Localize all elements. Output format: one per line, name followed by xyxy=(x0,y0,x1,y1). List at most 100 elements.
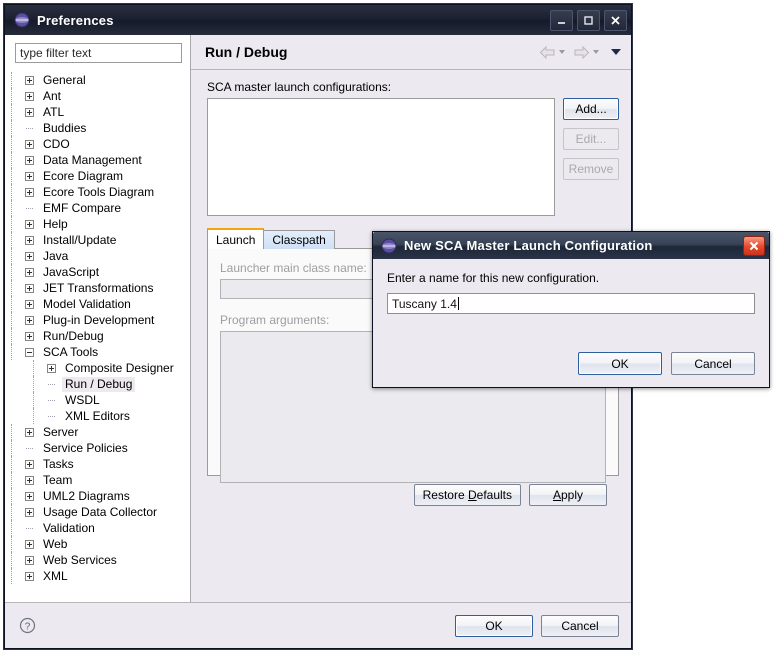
add-button[interactable]: Add... xyxy=(563,98,619,120)
close-icon[interactable] xyxy=(604,9,627,31)
expand-plus-icon[interactable] xyxy=(25,555,34,565)
tree-item-java[interactable]: Java xyxy=(5,248,190,264)
view-menu-icon[interactable] xyxy=(611,49,621,55)
tree-guide-line xyxy=(11,504,13,520)
expand-plus-icon[interactable] xyxy=(25,235,34,245)
back-arrow-icon[interactable] xyxy=(539,45,556,60)
tree-item-data-management[interactable]: Data Management xyxy=(5,152,190,168)
tree-item-xml[interactable]: XML xyxy=(5,568,190,584)
preferences-tree[interactable]: General Ant ATL Buddies CDO Data Management Ec… xyxy=(5,70,190,602)
expand-plus-icon[interactable] xyxy=(25,91,34,101)
expand-plus-icon[interactable] xyxy=(25,75,34,85)
back-dropdown-caret-icon[interactable] xyxy=(559,50,565,54)
close-icon[interactable] xyxy=(743,235,765,256)
tree-item-jet-transformations[interactable]: JET Transformations xyxy=(5,280,190,296)
expand-plus-icon[interactable] xyxy=(25,571,34,581)
tree-item-ant[interactable]: Ant xyxy=(5,88,190,104)
expand-plus-icon[interactable] xyxy=(25,491,34,501)
tree-leaf-icon xyxy=(25,444,34,453)
tree-guide-line xyxy=(11,296,13,312)
expand-plus-icon[interactable] xyxy=(25,315,34,325)
expand-plus-icon[interactable] xyxy=(25,539,34,549)
forward-dropdown-caret-icon[interactable] xyxy=(593,50,599,54)
filter-input[interactable] xyxy=(15,43,182,63)
expand-plus-icon[interactable] xyxy=(25,459,34,469)
tree-item-run-debug[interactable]: Run/Debug xyxy=(5,328,190,344)
collapse-minus-icon[interactable] xyxy=(25,347,34,357)
preferences-titlebar: Preferences xyxy=(5,5,631,35)
cancel-button[interactable]: Cancel xyxy=(541,614,619,637)
tree-item-uml2-diagrams[interactable]: UML2 Diagrams xyxy=(5,488,190,504)
page-title: Run / Debug xyxy=(205,44,288,60)
ok-button[interactable]: OK xyxy=(455,614,533,637)
tree-item-install-update[interactable]: Install/Update xyxy=(5,232,190,248)
dialog-ok-button[interactable]: OK xyxy=(578,352,662,375)
tree-item-model-validation[interactable]: Model Validation xyxy=(5,296,190,312)
expand-plus-icon[interactable] xyxy=(25,283,34,293)
tree-item-service-policies[interactable]: Service Policies xyxy=(5,440,190,456)
expand-plus-icon[interactable] xyxy=(25,299,34,309)
tree-guide-line xyxy=(11,328,13,344)
filter-container xyxy=(5,43,190,70)
expand-plus-icon[interactable] xyxy=(25,219,34,229)
list-action-buttons: Add... Edit... Remove xyxy=(563,98,619,180)
launch-configurations-list[interactable] xyxy=(207,98,555,216)
tree-item-team[interactable]: Team xyxy=(5,472,190,488)
tree-item-atl[interactable]: ATL xyxy=(5,104,190,120)
tree-item-ecore-tools-diagram[interactable]: Ecore Tools Diagram xyxy=(5,184,190,200)
tree-item-plug-in-development[interactable]: Plug-in Development xyxy=(5,312,190,328)
tab-launch[interactable]: Launch xyxy=(207,228,265,249)
expand-plus-icon[interactable] xyxy=(25,251,34,261)
tree-guide-line xyxy=(11,536,13,552)
expand-plus-icon[interactable] xyxy=(25,475,34,485)
tree-item-usage-data-collector[interactable]: Usage Data Collector xyxy=(5,504,190,520)
tree-item-general[interactable]: General xyxy=(5,72,190,88)
expand-plus-icon[interactable] xyxy=(25,107,34,117)
tree-item-label: General xyxy=(43,72,86,87)
page-header: Run / Debug xyxy=(191,35,631,70)
tree-item-sca-tools[interactable]: SCA Tools xyxy=(5,344,190,360)
tree-guide-line xyxy=(11,424,13,440)
tree-item-buddies[interactable]: Buddies xyxy=(5,120,190,136)
tree-item-help[interactable]: Help xyxy=(5,216,190,232)
dialog-cancel-button[interactable]: Cancel xyxy=(671,352,755,375)
tree-item-server[interactable]: Server xyxy=(5,424,190,440)
eclipse-globe-icon xyxy=(381,238,397,254)
tree-item-xml-editors[interactable]: XML Editors xyxy=(5,408,190,424)
tab-classpath[interactable]: Classpath xyxy=(263,230,335,249)
tree-item-web-services[interactable]: Web Services xyxy=(5,552,190,568)
configuration-name-input[interactable]: Tuscany 1.4 xyxy=(387,293,755,314)
expand-plus-icon[interactable] xyxy=(25,331,34,341)
tree-item-validation[interactable]: Validation xyxy=(5,520,190,536)
tree-item-wsdl[interactable]: WSDL xyxy=(5,392,190,408)
expand-plus-icon[interactable] xyxy=(25,171,34,181)
forward-arrow-icon[interactable] xyxy=(573,45,590,60)
tree-item-cdo[interactable]: CDO xyxy=(5,136,190,152)
tree-item-label: Ecore Tools Diagram xyxy=(43,184,155,199)
expand-plus-icon[interactable] xyxy=(25,427,34,437)
expand-plus-icon[interactable] xyxy=(25,139,34,149)
maximize-icon[interactable] xyxy=(577,9,600,31)
apply-button[interactable]: Apply xyxy=(529,484,607,506)
expand-plus-icon[interactable] xyxy=(25,187,34,197)
tree-item-composite-designer[interactable]: Composite Designer xyxy=(5,360,190,376)
expand-plus-icon[interactable] xyxy=(25,507,34,517)
tree-item-run-debug[interactable]: Run / Debug xyxy=(5,376,190,392)
text-caret xyxy=(457,297,459,310)
expand-plus-icon[interactable] xyxy=(25,155,34,165)
expand-plus-icon[interactable] xyxy=(25,267,34,277)
tree-guide-line xyxy=(11,168,13,184)
tree-item-ecore-diagram[interactable]: Ecore Diagram xyxy=(5,168,190,184)
minimize-icon[interactable] xyxy=(550,9,573,31)
dialog-title: New SCA Master Launch Configuration xyxy=(404,238,653,253)
remove-label: Remove xyxy=(568,162,614,176)
tree-item-web[interactable]: Web xyxy=(5,536,190,552)
restore-defaults-button[interactable]: Restore Defaults xyxy=(413,484,521,506)
tree-leaf-icon xyxy=(47,412,56,421)
tree-item-emf-compare[interactable]: EMF Compare xyxy=(5,200,190,216)
tree-item-javascript[interactable]: JavaScript xyxy=(5,264,190,280)
tree-item-tasks[interactable]: Tasks xyxy=(5,456,190,472)
page-nav-controls xyxy=(539,45,621,60)
expand-plus-icon[interactable] xyxy=(47,363,56,373)
help-icon[interactable]: ? xyxy=(19,617,36,634)
